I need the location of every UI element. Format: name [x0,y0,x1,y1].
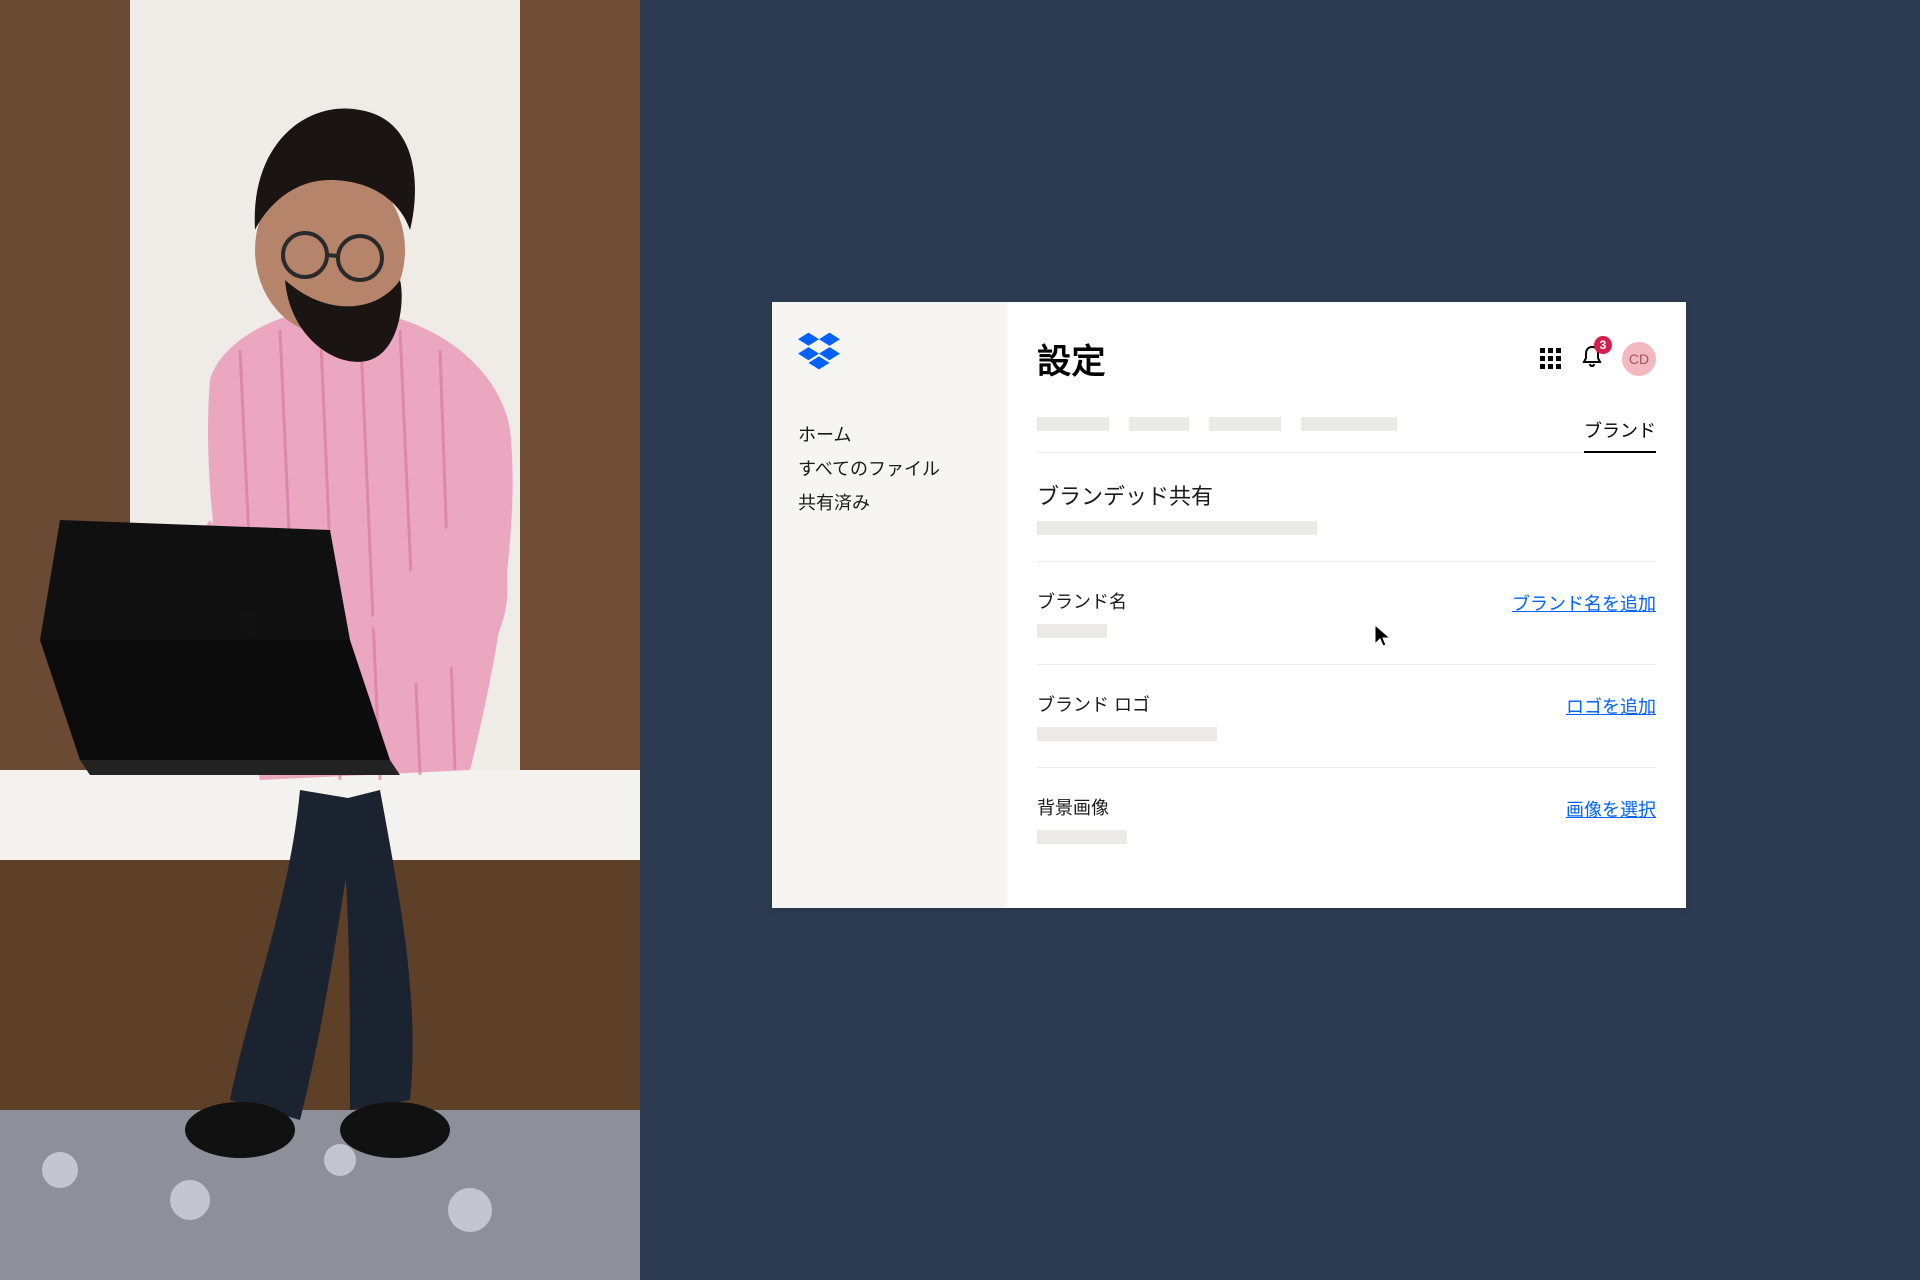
dropbox-logo-icon[interactable] [798,332,840,370]
select-image-link[interactable]: 画像を選択 [1566,794,1656,822]
header-actions: 3 CD [1540,342,1656,376]
sidebar: ホーム すべてのファイル 共有済み [772,302,1007,908]
section-background-image: 背景画像 画像を選択 [1037,794,1656,870]
tabs: ブランド [1037,417,1656,453]
description-placeholder [1037,521,1317,535]
value-placeholder [1037,727,1217,741]
marketing-photo [0,0,640,1280]
tab-placeholder[interactable] [1129,417,1189,431]
setting-label: ブランド ロゴ [1037,691,1217,717]
sidebar-item-all-files[interactable]: すべてのファイル [798,452,981,486]
section-brand-name: ブランド名 ブランド名を追加 [1037,588,1656,665]
tab-brand[interactable]: ブランド [1584,417,1656,453]
sidebar-item-home[interactable]: ホーム [798,418,981,452]
section-branded-sharing: ブランデッド共有 [1037,479,1656,562]
tab-placeholder[interactable] [1209,417,1281,431]
section-title: ブランデッド共有 [1037,479,1656,511]
sidebar-item-shared[interactable]: 共有済み [798,486,981,520]
avatar[interactable]: CD [1622,342,1656,376]
page-title: 設定 [1037,334,1106,383]
main-content: 設定 3 CD [1007,302,1686,908]
add-brand-name-link[interactable]: ブランド名を追加 [1512,588,1656,616]
setting-label: ブランド名 [1037,588,1127,614]
notifications-button[interactable]: 3 [1580,344,1604,373]
setting-label: 背景画像 [1037,794,1127,820]
value-placeholder [1037,830,1127,844]
tab-placeholder[interactable] [1037,417,1109,431]
dark-background-panel: ホーム すべてのファイル 共有済み 設定 [640,0,1920,1280]
tab-placeholder[interactable] [1301,417,1397,431]
section-brand-logo: ブランド ロゴ ロゴを追加 [1037,691,1656,768]
sidebar-nav: ホーム すべてのファイル 共有済み [798,418,981,520]
settings-window: ホーム すべてのファイル 共有済み 設定 [772,302,1686,908]
value-placeholder [1037,624,1107,638]
notification-badge: 3 [1594,336,1612,354]
add-logo-link[interactable]: ロゴを追加 [1566,691,1656,719]
app-grid-icon[interactable] [1540,348,1562,370]
header: 設定 3 CD [1037,334,1656,383]
